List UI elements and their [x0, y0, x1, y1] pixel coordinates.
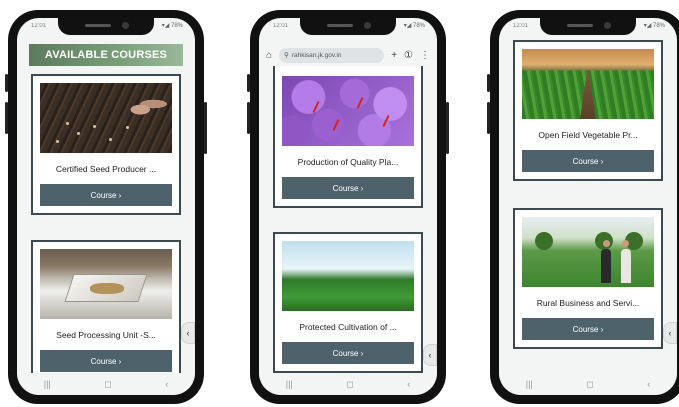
status-icons: ▾◢ 78%: [643, 23, 665, 29]
vegetable-field-image: [522, 49, 654, 119]
site-info-icon[interactable]: ⚲: [284, 51, 289, 59]
status-time: 12:01: [513, 22, 529, 29]
course-title: Production of Quality Pla...: [297, 157, 399, 167]
greenhouse-image: [282, 241, 414, 311]
phone-2: 12:01 ▾◢ 78% ⌂ ⚲ rahkisan.jk.gov.in + ① …: [247, 10, 449, 404]
phone-3-screen: 12:01 ▾◢ 78% Open Field Vegetable Pr... …: [499, 18, 677, 395]
home-icon[interactable]: ◻: [346, 379, 353, 390]
recents-icon[interactable]: |||: [526, 379, 533, 389]
nav-bar: ||| ◻ ‹: [259, 373, 437, 395]
tabs-icon[interactable]: ①: [404, 50, 413, 61]
phone-1-screen: 12:01 ▾◢ 78% AVAILABLE COURSES Certified…: [17, 18, 195, 395]
course-card[interactable]: Seed Processing Unit -S... Course ›: [31, 240, 181, 373]
course-button[interactable]: Course ›: [522, 150, 654, 172]
notch: [300, 18, 396, 35]
course-title: Rural Business and Servi...: [536, 298, 640, 308]
status-time: 12:01: [273, 22, 289, 29]
course-title: Certified Seed Producer ...: [55, 164, 157, 174]
browser-toolbar: ⌂ ⚲ rahkisan.jk.gov.in + ① ⋮: [259, 44, 437, 66]
rural-business-image: [522, 217, 654, 287]
seed-processing-image: [40, 249, 172, 319]
phone-1: 12:01 ▾◢ 78% AVAILABLE COURSES Certified…: [5, 10, 207, 404]
seed-hand-image: [40, 83, 172, 153]
course-card[interactable]: Open Field Vegetable Pr... Course ›: [513, 40, 663, 181]
course-card[interactable]: Certified Seed Producer ... Course ›: [31, 74, 181, 215]
course-button[interactable]: Course ›: [282, 342, 414, 364]
address-bar[interactable]: ⚲ rahkisan.jk.gov.in: [279, 47, 385, 63]
course-title: Seed Processing Unit -S...: [56, 330, 156, 340]
back-icon[interactable]: ‹: [647, 379, 650, 389]
course-button[interactable]: Course ›: [40, 350, 172, 372]
notch: [540, 18, 636, 35]
nav-bar: ||| ◻ ‹: [17, 373, 195, 395]
course-title: Protected Cultivation of ...: [299, 322, 397, 332]
course-title: Open Field Vegetable Pr...: [538, 130, 638, 140]
side-panel-tab[interactable]: ‹: [423, 344, 437, 366]
course-card[interactable]: Production of Quality Pla... Course ›: [273, 62, 423, 208]
notch: [58, 18, 154, 35]
side-panel-tab[interactable]: ‹: [663, 322, 677, 344]
back-icon[interactable]: ‹: [165, 379, 168, 389]
phone-2-screen: 12:01 ▾◢ 78% ⌂ ⚲ rahkisan.jk.gov.in + ① …: [259, 18, 437, 395]
home-icon[interactable]: ⌂: [266, 50, 272, 61]
course-button[interactable]: Course ›: [40, 184, 172, 206]
status-time: 12:01: [31, 22, 47, 29]
url-text: rahkisan.jk.gov.in: [291, 51, 342, 59]
course-button[interactable]: Course ›: [282, 177, 414, 199]
available-courses-header: AVAILABLE COURSES: [29, 44, 183, 66]
course-card[interactable]: Rural Business and Servi... Course ›: [513, 208, 663, 349]
home-icon[interactable]: ◻: [586, 379, 593, 390]
nav-bar: ||| ◻ ‹: [499, 373, 677, 395]
recents-icon[interactable]: |||: [286, 379, 293, 389]
saffron-image: [282, 76, 414, 146]
back-icon[interactable]: ‹: [407, 379, 410, 389]
menu-icon[interactable]: ⋮: [420, 50, 430, 61]
home-icon[interactable]: ◻: [104, 379, 111, 390]
side-panel-tab[interactable]: ‹: [181, 322, 195, 344]
status-icons: ▾◢ 78%: [403, 23, 425, 29]
course-card[interactable]: Protected Cultivation of ... Course ›: [273, 232, 423, 373]
status-icons: ▾◢ 78%: [161, 23, 183, 29]
recents-icon[interactable]: |||: [44, 379, 51, 389]
course-button[interactable]: Course ›: [522, 318, 654, 340]
phone-3: 12:01 ▾◢ 78% Open Field Vegetable Pr... …: [487, 10, 679, 404]
new-tab-icon[interactable]: +: [391, 50, 397, 61]
